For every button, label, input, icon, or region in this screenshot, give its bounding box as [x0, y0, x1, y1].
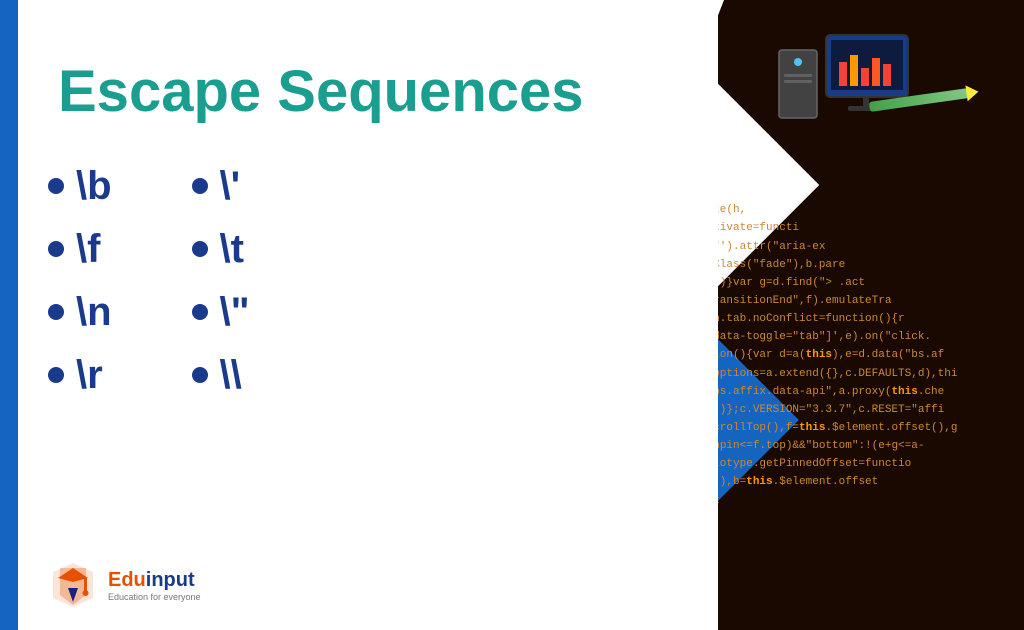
list-item: \\ [192, 353, 250, 398]
right-bullet-list: \' \t \" \\ [192, 164, 250, 398]
list-item: \' [192, 164, 250, 209]
left-accent-bar [0, 0, 18, 630]
bullet-dot [192, 178, 208, 194]
left-bullet-list: \b \f \n \r [48, 164, 112, 398]
logo-text: Eduinput Education for everyone [108, 569, 201, 602]
logo-tagline: Education for everyone [108, 592, 201, 602]
logo-name: Eduinput [108, 569, 201, 592]
bullet-dot [48, 304, 64, 320]
bullet-lists-container: \b \f \n \r \' \t [48, 164, 718, 398]
logo-area: Eduinput Education for everyone [48, 560, 201, 610]
bullet-dot [192, 304, 208, 320]
page-title: Escape Sequences [58, 60, 718, 124]
bullet-dot [192, 241, 208, 257]
list-item: \" [192, 290, 250, 335]
bullet-dot [48, 367, 64, 383]
bullet-dot [48, 178, 64, 194]
list-item: \f [48, 227, 112, 272]
logo-edu: Edu [108, 569, 146, 591]
list-item: \r [48, 353, 112, 398]
computer-svg [774, 20, 914, 130]
list-item: \b [48, 164, 112, 209]
logo-input: input [146, 569, 195, 591]
bullet-dot [192, 367, 208, 383]
main-content-area: Escape Sequences \b \f \n \r [18, 0, 718, 630]
bullet-dot [48, 241, 64, 257]
computer-illustration [774, 20, 914, 135]
list-item: \n [48, 290, 112, 335]
logo-icon [48, 560, 98, 610]
list-item: \t [192, 227, 250, 272]
